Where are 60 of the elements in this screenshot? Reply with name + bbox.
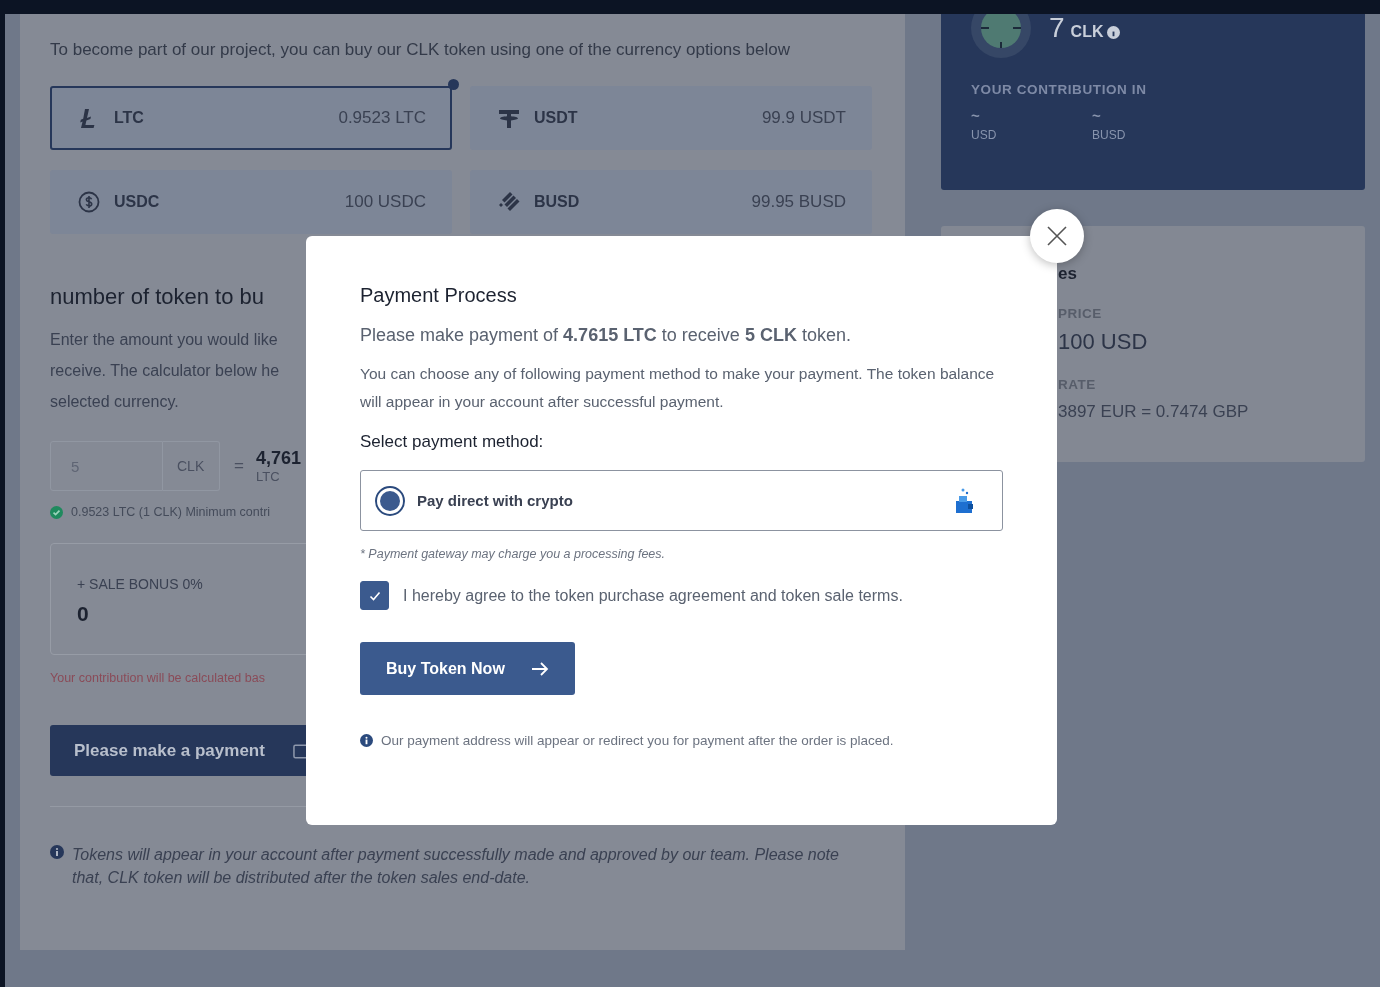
rate-value: 3897 EUR = 0.7474 GBP (1058, 402, 1249, 422)
currency-amount: 100 USDC (344, 192, 426, 212)
check-circle-icon (50, 505, 63, 519)
bonus-label: + SALE BONUS 0% (77, 576, 203, 592)
close-button[interactable] (1030, 209, 1084, 263)
result-amount: 4,761 (255, 448, 301, 469)
price-value: 100 USD (1058, 329, 1148, 355)
payment-method-option[interactable]: Pay direct with crypto (360, 470, 1003, 531)
currency-code: USDC (114, 193, 160, 211)
bonus-value: 0 (77, 602, 89, 626)
contribution-value: ~ (1092, 107, 1101, 124)
currency-amount: 99.95 BUSD (751, 192, 846, 212)
currency-code: LTC (114, 109, 144, 127)
token-coin-icon (971, 14, 1031, 58)
description-line: Enter the amount you would like (50, 330, 278, 350)
balance-amount: 7 (1049, 14, 1065, 43)
minimum-note: 0.9523 LTC (1 CLK) Minimum contri (71, 505, 271, 519)
payment-method-label: Pay direct with crypto (417, 492, 573, 509)
currency-amount: 99.9 USDT (761, 108, 846, 128)
currency-code: USDT (534, 109, 578, 127)
description-line: selected currency. (50, 392, 179, 412)
currency-option[interactable]: USDC 100 USDC (50, 170, 452, 234)
balance-unit: CLK (1070, 23, 1104, 40)
dialog-description: You can choose any of following payment method to make your payment. The token balance will appear in your account after successful payment. (360, 364, 996, 412)
contribution-value: ~ (971, 107, 980, 124)
contribution-currency: BUSD (1092, 128, 1126, 142)
unit-label: CLK (163, 441, 220, 491)
agreement-text: I hereby agree to the token purchase agreement and token sale terms. (403, 586, 903, 605)
buy-token-button[interactable]: Buy Token Now (360, 642, 575, 695)
dollar-coin-icon (78, 191, 100, 213)
radio-button[interactable] (375, 485, 405, 516)
currency-amount: 0.9523 LTC (338, 108, 426, 128)
currency-option[interactable]: USDT 99.9 USDT (470, 86, 872, 150)
agreement-checkbox[interactable] (360, 581, 389, 610)
crypto-wallet-icon (954, 486, 974, 515)
currency-option[interactable]: LTC 0.9523 LTC (50, 86, 452, 150)
card-heading: es (1058, 264, 1077, 284)
tether-icon (498, 107, 520, 129)
method-label: Select payment method: (360, 432, 544, 452)
binance-usd-icon (498, 191, 520, 213)
footer-note: Tokens will appear in your account after payment successfully made and approved by our team. Please note that, CLK token will be distributed after the token sales end-date. (72, 845, 840, 888)
close-icon (1046, 225, 1068, 247)
info-icon (50, 845, 64, 859)
dialog-title: Payment Process (360, 284, 517, 307)
result-unit: LTC (255, 469, 280, 484)
currency-code: BUSD (534, 193, 580, 211)
currency-option[interactable]: BUSD 99.95 BUSD (470, 170, 872, 234)
intro-text: To become part of our project, you can buy our CLK token using one of the currency options below (50, 40, 790, 60)
arrow-right-icon (530, 660, 549, 677)
selection-dot (448, 79, 459, 90)
info-icon (1107, 26, 1121, 40)
warning-text: Your contribution will be calculated bas (50, 671, 265, 685)
contribution-label: YOUR CONTRIBUTION IN (971, 82, 1147, 97)
section-heading: number of token to bu (50, 284, 265, 310)
info-icon (360, 734, 373, 747)
payment-summary: Please make payment of 4.7615 LTC to receive 5 CLK token. (360, 325, 851, 346)
fee-note: * Payment gateway may charge you a processing fees. (360, 547, 666, 561)
equals-sign: = (234, 456, 244, 476)
description-line: receive. The calculator below he (50, 361, 280, 381)
contribution-currency: USD (971, 128, 997, 142)
